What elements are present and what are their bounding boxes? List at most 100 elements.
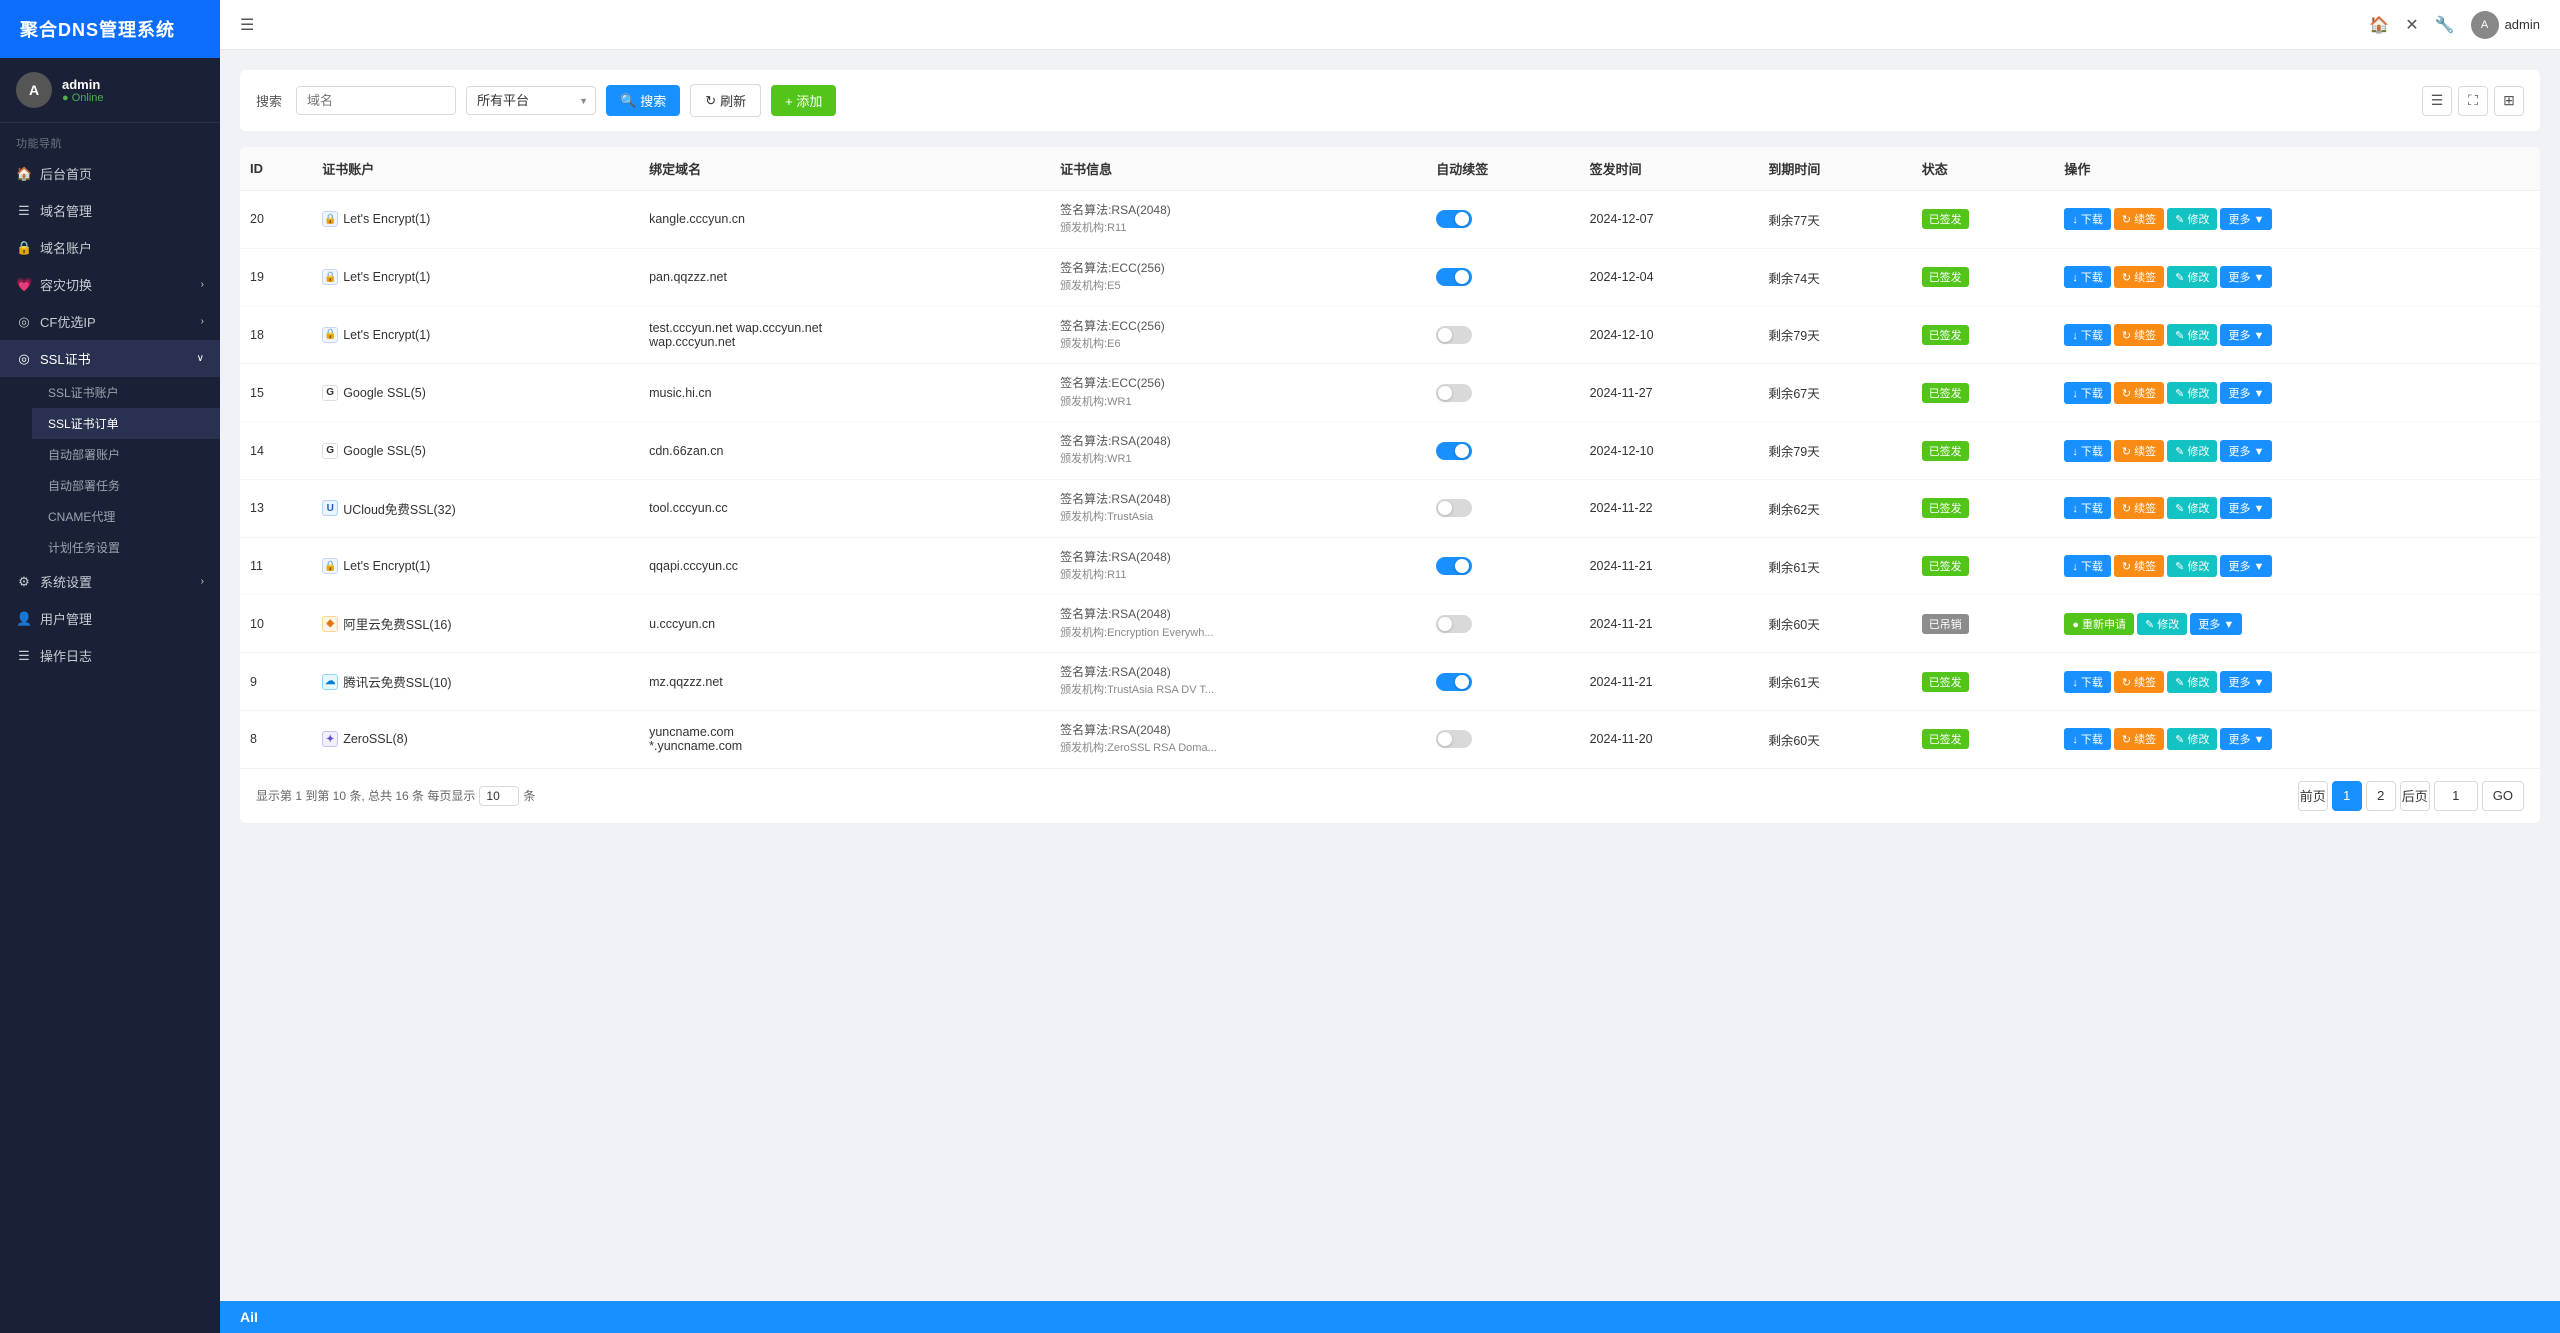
auto-renew-toggle[interactable] [1436, 268, 1472, 286]
auto-renew-toggle[interactable] [1436, 673, 1472, 691]
edit-button[interactable]: ✎ 修改 [2167, 671, 2217, 693]
more-button[interactable]: 更多 ▼ [2190, 613, 2242, 635]
sidebar-item-cname-proxy[interactable]: CNAME代理 [32, 501, 220, 532]
status-badge: 已吊销 [1922, 614, 1969, 634]
per-page-select[interactable]: 10 20 50 [479, 786, 519, 806]
sidebar-item-auto-deploy-task[interactable]: 自动部署任务 [32, 470, 220, 501]
renew-button[interactable]: ↻ 续签 [2114, 555, 2164, 577]
more-button[interactable]: 更多 ▼ [2220, 208, 2272, 230]
page-1-btn[interactable]: 1 [2332, 781, 2362, 811]
renew-button[interactable]: ↻ 续签 [2114, 382, 2164, 404]
edit-button[interactable]: ✎ 修改 [2167, 382, 2217, 404]
page-go-btn[interactable]: GO [2482, 781, 2524, 811]
sidebar: 聚合DNS管理系统 A admin Online 功能导航 🏠 后台首页 ☰ 域… [0, 0, 220, 1333]
edit-button[interactable]: ✎ 修改 [2167, 266, 2217, 288]
edit-button[interactable]: ✎ 修改 [2167, 728, 2217, 750]
download-button[interactable]: ↓ 下载 [2064, 440, 2111, 462]
download-button[interactable]: ↓ 下载 [2064, 555, 2111, 577]
search-toolbar: 搜索 所有平台 Let's Encrypt Google SSL UCloud免… [240, 70, 2540, 131]
list-view-btn[interactable]: ☰ [2422, 86, 2452, 116]
reapply-button[interactable]: ● 重新申请 [2064, 613, 2134, 635]
sidebar-item-ssl[interactable]: ◎ SSL证书 ∨ [0, 340, 220, 377]
cell-account: 🔒 Let's Encrypt(1) [312, 191, 639, 249]
sidebar-item-ssl-account[interactable]: SSL证书账户 [32, 377, 220, 408]
search-button[interactable]: 🔍 搜索 [606, 85, 680, 116]
sidebar-item-cf-ip[interactable]: ◎ CF优选IP › [0, 303, 220, 340]
auto-renew-toggle[interactable] [1436, 326, 1472, 344]
sidebar-item-failover[interactable]: 💗 容灾切换 › [0, 266, 220, 303]
edit-button[interactable]: ✎ 修改 [2137, 613, 2187, 635]
topbar-settings-icon[interactable]: 🔧 [2435, 15, 2455, 35]
fullscreen-btn[interactable]: ⛶ [2458, 86, 2488, 116]
action-buttons: ↓ 下载 ↻ 续签 ✎ 修改 更多 ▼ [2064, 382, 2530, 404]
auto-renew-toggle[interactable] [1436, 730, 1472, 748]
download-button[interactable]: ↓ 下载 [2064, 208, 2111, 230]
sidebar-item-domain-account[interactable]: 🔒 域名账户 [0, 229, 220, 266]
auto-renew-toggle[interactable] [1436, 615, 1472, 633]
page-2-btn[interactable]: 2 [2366, 781, 2396, 811]
more-button[interactable]: 更多 ▼ [2220, 555, 2272, 577]
topbar-home-icon[interactable]: 🏠 [2369, 15, 2389, 35]
download-button[interactable]: ↓ 下载 [2064, 497, 2111, 519]
sidebar-item-ssl-order[interactable]: SSL证书订单 [32, 408, 220, 439]
cell-issue-date: 2024-12-10 [1580, 422, 1759, 480]
sidebar-item-user-mgmt[interactable]: 👤 用户管理 [0, 600, 220, 637]
add-button[interactable]: + 添加 [771, 85, 836, 116]
more-button[interactable]: 更多 ▼ [2220, 440, 2272, 462]
grid-view-btn[interactable]: ⊞ [2494, 86, 2524, 116]
edit-button[interactable]: ✎ 修改 [2167, 555, 2217, 577]
more-button[interactable]: 更多 ▼ [2220, 497, 2272, 519]
cell-cert-info: 签名算法:ECC(256) 颁发机构:WR1 [1050, 364, 1426, 422]
download-button[interactable]: ↓ 下载 [2064, 728, 2111, 750]
download-button[interactable]: ↓ 下载 [2064, 671, 2111, 693]
download-button[interactable]: ↓ 下载 [2064, 266, 2111, 288]
download-button[interactable]: ↓ 下载 [2064, 382, 2111, 404]
renew-button[interactable]: ↻ 续签 [2114, 324, 2164, 346]
cell-account: ✦ ZeroSSL(8) [312, 711, 639, 768]
sidebar-item-domain-mgmt[interactable]: ☰ 域名管理 [0, 192, 220, 229]
menu-toggle-icon[interactable]: ☰ [240, 15, 254, 35]
search-input[interactable] [296, 86, 456, 115]
auto-renew-toggle[interactable] [1436, 442, 1472, 460]
renew-button[interactable]: ↻ 续签 [2114, 728, 2164, 750]
platform-select[interactable]: 所有平台 Let's Encrypt Google SSL UCloud免费SS… [466, 86, 596, 115]
prev-page-btn[interactable]: 前页 [2298, 781, 2328, 811]
more-button[interactable]: 更多 ▼ [2220, 382, 2272, 404]
edit-button[interactable]: ✎ 修改 [2167, 440, 2217, 462]
more-button[interactable]: 更多 ▼ [2220, 728, 2272, 750]
cert-algo: 签名算法:ECC(256) [1060, 259, 1416, 278]
renew-button[interactable]: ↻ 续签 [2114, 440, 2164, 462]
page-jump-input[interactable] [2434, 781, 2478, 811]
next-page-btn[interactable]: 后页 [2400, 781, 2430, 811]
edit-button[interactable]: ✎ 修改 [2167, 497, 2217, 519]
renew-button[interactable]: ↻ 续签 [2114, 266, 2164, 288]
cert-algo: 签名算法:RSA(2048) [1060, 721, 1416, 740]
sidebar-item-home[interactable]: 🏠 后台首页 [0, 155, 220, 192]
auto-renew-toggle[interactable] [1436, 384, 1472, 402]
topbar-admin[interactable]: A admin [2471, 11, 2540, 39]
sidebar-item-system-settings[interactable]: ⚙ 系统设置 › [0, 563, 220, 600]
sidebar-item-auto-deploy-account[interactable]: 自动部署账户 [32, 439, 220, 470]
download-button[interactable]: ↓ 下载 [2064, 324, 2111, 346]
cell-cert-info: 签名算法:RSA(2048) 颁发机构:TrustAsia RSA DV T..… [1050, 653, 1426, 711]
more-button[interactable]: 更多 ▼ [2220, 324, 2272, 346]
sidebar-item-scheduled-task[interactable]: 计划任务设置 [32, 532, 220, 563]
cell-domain: pan.qqzzz.net [639, 248, 1050, 306]
topbar-close-icon[interactable]: ✕ [2405, 15, 2418, 35]
more-button[interactable]: 更多 ▼ [2220, 671, 2272, 693]
sidebar-item-operation-log[interactable]: ☰ 操作日志 [0, 637, 220, 674]
refresh-button[interactable]: ↻ 刷新 [690, 84, 761, 117]
cell-id: 13 [240, 479, 312, 537]
auto-renew-toggle[interactable] [1436, 210, 1472, 228]
renew-button[interactable]: ↻ 续签 [2114, 671, 2164, 693]
cell-domain: cdn.66zan.cn [639, 422, 1050, 480]
edit-button[interactable]: ✎ 修改 [2167, 208, 2217, 230]
renew-button[interactable]: ↻ 续签 [2114, 497, 2164, 519]
more-button[interactable]: 更多 ▼ [2220, 266, 2272, 288]
auto-renew-toggle[interactable] [1436, 557, 1472, 575]
table-row: 15 G Google SSL(5) music.hi.cn 签名算法:ECC(… [240, 364, 2540, 422]
edit-button[interactable]: ✎ 修改 [2167, 324, 2217, 346]
auto-renew-toggle[interactable] [1436, 499, 1472, 517]
renew-button[interactable]: ↻ 续签 [2114, 208, 2164, 230]
cell-domain: u.cccyun.cn [639, 595, 1050, 653]
